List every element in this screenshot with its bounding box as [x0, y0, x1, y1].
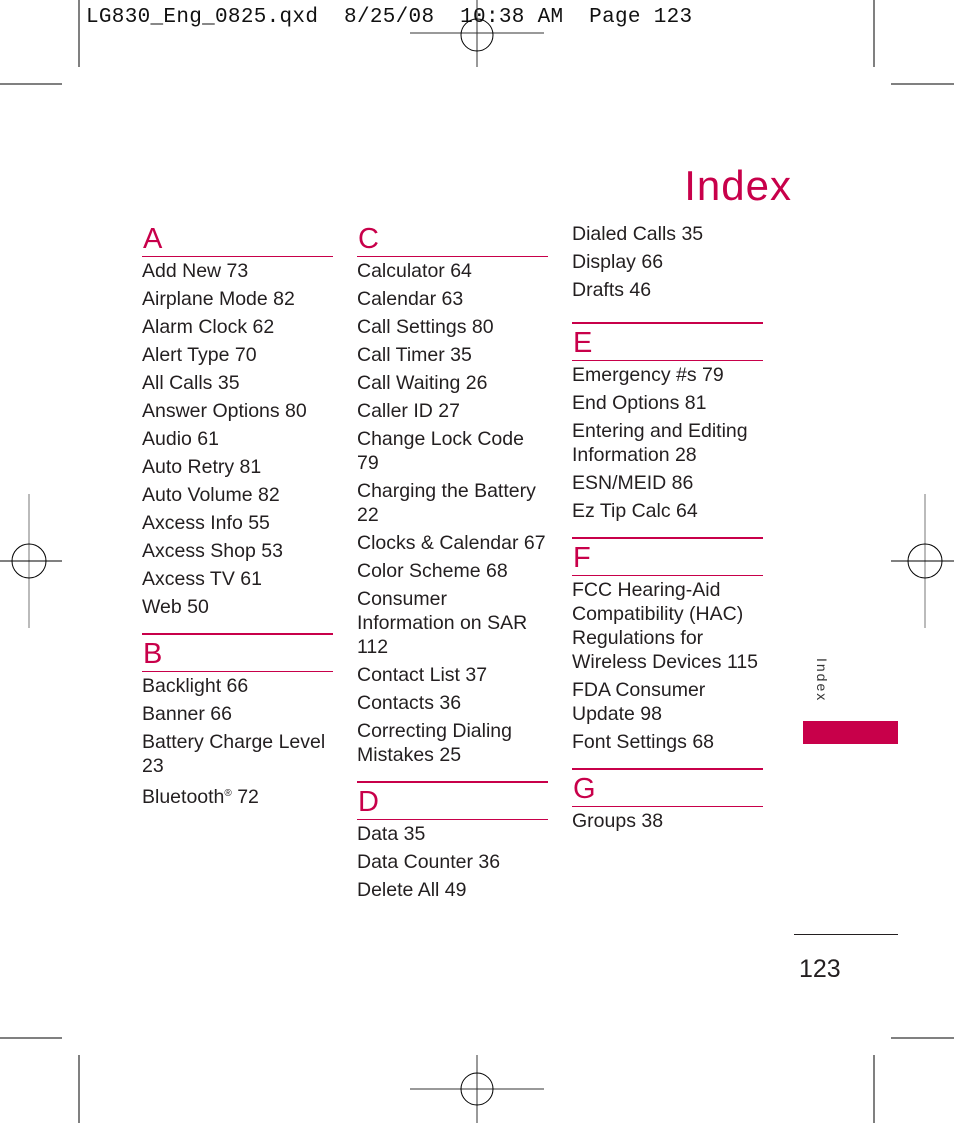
index-entry: Contacts 36 — [357, 692, 462, 714]
index-entry: Banner 66 — [142, 703, 232, 725]
index-entry: Caller ID 27 — [357, 400, 460, 422]
section-top-rule — [142, 633, 333, 635]
index-entry: Call Settings 80 — [357, 316, 494, 338]
index-entry: Call Timer 35 — [357, 344, 472, 366]
index-entry: Delete All 49 — [357, 879, 467, 901]
section-divider — [572, 360, 763, 361]
section-divider — [572, 806, 763, 807]
index-entry: Ez Tip Calc 64 — [572, 500, 698, 522]
registered-mark: ® — [224, 788, 232, 799]
index-entry: Axcess Shop 53 — [142, 540, 283, 562]
entry-text: Bluetooth — [142, 786, 225, 808]
section-divider — [142, 256, 333, 257]
section-divider — [357, 819, 548, 820]
section-letter: F — [573, 542, 591, 574]
section-letter: D — [358, 786, 379, 818]
index-entry: Correcting Dialing Mistakes 25 — [357, 720, 512, 766]
index-entry: Add New 73 — [142, 260, 249, 282]
index-entry: Backlight 66 — [142, 675, 249, 697]
section-top-rule — [357, 781, 548, 783]
registration-mark-left — [0, 494, 62, 628]
index-entry: Data 35 — [357, 823, 426, 845]
index-column-3: Dialed Calls 35 Display 66 Drafts 46 E E… — [572, 222, 763, 847]
index-entry: Alarm Clock 62 — [142, 316, 275, 338]
section-divider — [572, 575, 763, 576]
index-entry: ESN/MEID 86 — [572, 472, 694, 494]
index-entry: Entering and Editing Information 28 — [572, 420, 748, 466]
page-number: 123 — [799, 955, 841, 983]
index-entry: Auto Retry 81 — [142, 456, 262, 478]
index-entry: Dialed Calls 35 — [572, 223, 704, 245]
index-entry: Display 66 — [572, 251, 664, 273]
index-section-b: B Backlight 66 Banner 66 Battery Charge … — [142, 633, 333, 809]
index-section-a: A Add New 73 Airplane Mode 82 Alarm Cloc… — [142, 222, 333, 619]
index-entry: Consumer Information on SAR 112 — [357, 588, 528, 658]
section-letter: G — [573, 773, 596, 805]
index-section-f: F FCC Hearing-Aid Compatibility (HAC) Re… — [572, 537, 763, 754]
index-entry: Font Settings 68 — [572, 731, 715, 753]
footer-rule — [794, 934, 898, 935]
section-top-rule — [572, 322, 763, 324]
index-entry: Drafts 46 — [572, 279, 652, 301]
registration-mark-right — [891, 494, 954, 628]
index-section-d-continued: Dialed Calls 35 Display 66 Drafts 46 — [572, 222, 763, 302]
section-letter: E — [573, 327, 593, 359]
section-letter: A — [143, 223, 163, 255]
index-section-g: G Groups 38 — [572, 768, 763, 833]
index-entry: Web 50 — [142, 596, 209, 618]
index-entry: Airplane Mode 82 — [142, 288, 295, 310]
section-letter: B — [143, 638, 163, 670]
section-top-rule — [572, 537, 763, 539]
print-slug-line: LG830_Eng_0825.qxd 8/25/08 10:38 AM Page… — [86, 6, 693, 29]
index-entry: Calendar 63 — [357, 288, 464, 310]
registration-mark-bottom — [410, 1055, 544, 1123]
index-entry: End Options 81 — [572, 392, 707, 414]
index-section-d: D Data 35 Data Counter 36 Delete All 49 — [357, 781, 548, 902]
index-entry: Clocks & Calendar 67 — [357, 532, 546, 554]
index-entry: Battery Charge Level 23 — [142, 731, 326, 777]
section-divider — [142, 671, 333, 672]
index-entry: Axcess TV 61 — [142, 568, 262, 590]
index-entry: Data Counter 36 — [357, 851, 501, 873]
index-column-1: A Add New 73 Airplane Mode 82 Alarm Cloc… — [142, 222, 333, 823]
side-tab-label: Index — [814, 658, 830, 703]
index-entry: FDA Consumer Update 98 — [572, 679, 706, 725]
page-title: Index — [684, 162, 792, 210]
index-column-2: C Calculator 64 Calendar 63 Call Setting… — [357, 222, 548, 916]
index-entry: Contact List 37 — [357, 664, 488, 686]
index-entry: Answer Options 80 — [142, 400, 307, 422]
index-entry: Call Waiting 26 — [357, 372, 488, 394]
index-entry: Auto Volume 82 — [142, 484, 280, 506]
index-entry: Axcess Info 55 — [142, 512, 270, 534]
index-entry: Calculator 64 — [357, 260, 472, 282]
index-entry-bluetooth: Bluetooth® 72 — [142, 782, 333, 809]
index-section-c: C Calculator 64 Calendar 63 Call Setting… — [357, 222, 548, 767]
index-entry: All Calls 35 — [142, 372, 240, 394]
index-entry: FCC Hearing-Aid Compatibility (HAC) Regu… — [572, 579, 759, 673]
index-entry: Change Lock Code 79 — [357, 428, 524, 474]
section-letter: C — [358, 223, 379, 255]
index-entry: Groups 38 — [572, 810, 664, 832]
section-top-rule — [572, 768, 763, 770]
index-entry: Color Scheme 68 — [357, 560, 508, 582]
index-entry: Alert Type 70 — [142, 344, 257, 366]
index-entry: Emergency #s 79 — [572, 364, 724, 386]
index-entry: Charging the Battery 22 — [357, 480, 536, 526]
index-section-e: E Emergency #s 79 End Options 81 Enterin… — [572, 322, 763, 523]
section-divider — [357, 256, 548, 257]
side-tab-marker — [803, 721, 898, 744]
entry-page: 72 — [231, 786, 259, 808]
index-entry: Audio 61 — [142, 428, 219, 450]
